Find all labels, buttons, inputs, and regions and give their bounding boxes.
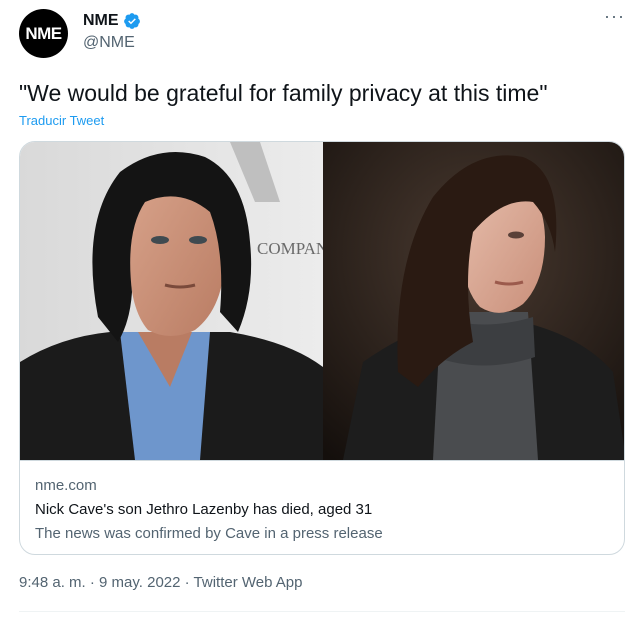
author-handle[interactable]: @NME xyxy=(83,34,135,52)
verified-badge-icon xyxy=(123,13,140,29)
card-info[interactable]: nme.com Nick Cave's son Jethro Lazenby h… xyxy=(20,460,624,542)
card-image-right xyxy=(323,142,624,460)
avatar-logo-text: NME xyxy=(25,23,62,43)
card-description: The news was confirmed by Cave in a pres… xyxy=(35,525,383,542)
tweet-text: "We would be grateful for family privacy… xyxy=(19,80,548,106)
translate-tweet-link[interactable]: Traducir Tweet xyxy=(19,113,104,128)
tweet-timestamp[interactable]: 9:48 a. m. · 9 may. 2022 · Twitter Web A… xyxy=(19,574,302,591)
card-image-left: COMPAN xyxy=(20,142,323,460)
display-name[interactable]: NME xyxy=(83,12,119,30)
backdrop-sign-text: COMPAN xyxy=(257,239,323,258)
card-domain: nme.com xyxy=(35,477,97,494)
card-title: Nick Cave's son Jethro Lazenby has died,… xyxy=(35,501,373,518)
divider xyxy=(19,611,625,612)
link-card[interactable]: COMPAN nme.com Nick Cave's son Jethro La… xyxy=(19,141,625,555)
more-options-icon[interactable]: ··· xyxy=(604,6,625,27)
avatar[interactable]: NME xyxy=(19,9,68,58)
author-name-row[interactable]: NME xyxy=(83,12,141,30)
